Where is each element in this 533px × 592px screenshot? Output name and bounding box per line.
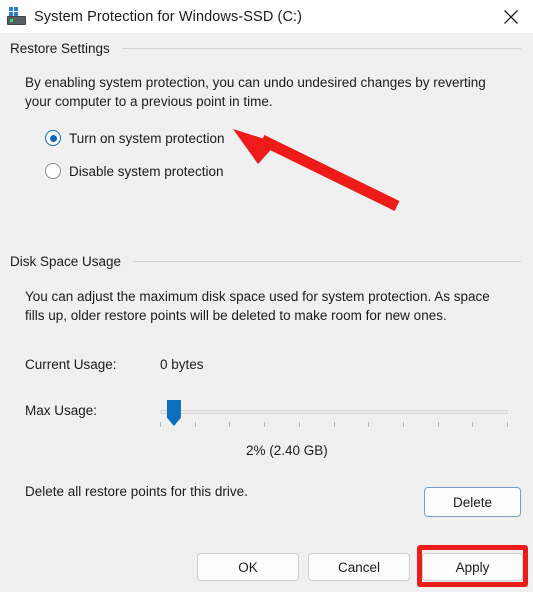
- radio-disable-label: Disable system protection: [69, 163, 224, 179]
- radio-unselected-icon: [45, 163, 61, 179]
- divider-line: [133, 261, 521, 262]
- slider-track[interactable]: [160, 410, 508, 414]
- system-drive-icon: [6, 6, 28, 28]
- title-bar: System Protection for Windows-SSD (C:): [0, 0, 533, 33]
- window-title: System Protection for Windows-SSD (C:): [34, 8, 303, 25]
- apply-button[interactable]: Apply: [422, 553, 523, 581]
- disk-space-usage-description: You can adjust the maximum disk space us…: [25, 289, 490, 323]
- radio-turn-on-system-protection[interactable]: Turn on system protection: [45, 130, 225, 146]
- slider-ticks: [160, 422, 508, 428]
- restore-settings-description: By enabling system protection, you can u…: [25, 75, 486, 109]
- slider-tick: [195, 422, 196, 427]
- slider-tick: [472, 422, 473, 427]
- ok-button[interactable]: OK: [197, 553, 299, 581]
- current-usage-label: Current Usage:: [25, 357, 117, 372]
- max-usage-label: Max Usage:: [25, 403, 98, 418]
- restore-settings-label: Restore Settings: [10, 41, 110, 56]
- close-button[interactable]: [488, 0, 533, 33]
- slider-tick: [507, 422, 508, 427]
- delete-restore-points-text: Delete all restore points for this drive…: [25, 484, 248, 499]
- system-protection-dialog: System Protection for Windows-SSD (C:) R…: [0, 0, 533, 592]
- disk-space-usage-header: Disk Space Usage: [10, 254, 521, 269]
- max-usage-slider[interactable]: [160, 398, 508, 432]
- slider-tick: [368, 422, 369, 427]
- radio-turn-on-label: Turn on system protection: [69, 130, 225, 146]
- slider-tick: [438, 422, 439, 427]
- close-icon: [503, 9, 518, 24]
- radio-disable-system-protection[interactable]: Disable system protection: [45, 163, 224, 179]
- slider-tick: [160, 422, 161, 427]
- current-usage-value: 0 bytes: [160, 357, 204, 372]
- max-usage-value: 2% (2.40 GB): [246, 443, 328, 458]
- slider-tick: [264, 422, 265, 427]
- red-arrow-annotation: [233, 129, 400, 211]
- restore-settings-header: Restore Settings: [10, 41, 521, 56]
- radio-selected-icon: [45, 130, 61, 146]
- delete-button[interactable]: Delete: [424, 487, 521, 517]
- disk-space-usage-label: Disk Space Usage: [10, 254, 122, 269]
- slider-tick: [229, 422, 230, 427]
- slider-tick: [299, 422, 300, 427]
- cancel-button[interactable]: Cancel: [308, 553, 410, 581]
- slider-tick: [334, 422, 335, 427]
- divider-line: [121, 48, 521, 49]
- slider-tick: [403, 422, 404, 427]
